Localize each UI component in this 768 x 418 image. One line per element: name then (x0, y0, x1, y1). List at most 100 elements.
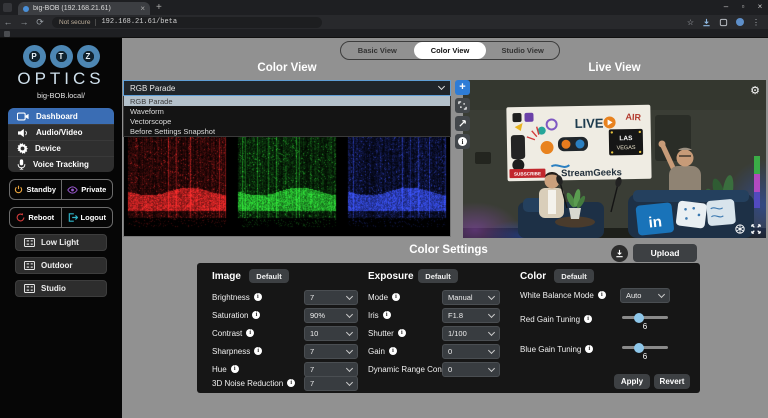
reload-icon[interactable]: ⟳ (32, 17, 48, 28)
info-icon[interactable]: i (231, 365, 239, 373)
preset-studio[interactable]: Studio (15, 280, 107, 297)
zoom-in-tool-button[interactable]: + (455, 80, 470, 95)
info-icon[interactable]: i (398, 329, 406, 337)
forward-icon[interactable]: → (16, 17, 32, 27)
chevron-down-icon (488, 292, 495, 299)
info-tool-button[interactable]: i (455, 134, 470, 149)
live-view-video[interactable]: LIVE AIR LAS VEGAS SUBSCRIBE StreamGeeks (463, 80, 766, 238)
tab-title: big-BOB (192.168.21.61) (33, 5, 136, 12)
sharpness-dropdown[interactable]: 7 (304, 344, 358, 359)
upload-settings-button[interactable]: Upload (633, 244, 697, 262)
scope-type-select[interactable]: RGB Parade (123, 80, 451, 96)
contrast-dropdown[interactable]: 10 (304, 326, 358, 341)
info-icon[interactable]: i (252, 311, 260, 319)
info-icon[interactable]: i (598, 291, 606, 299)
tab-search-icon[interactable] (3, 3, 12, 12)
white-balance-label: White Balance Modei (520, 288, 606, 302)
profile-avatar[interactable] (736, 18, 744, 26)
revert-button[interactable]: Revert (654, 374, 690, 389)
info-icon[interactable]: i (287, 379, 295, 387)
info-icon[interactable]: i (584, 315, 592, 323)
chevron-down-icon (346, 310, 353, 317)
sidebar-item-device[interactable]: Device (8, 140, 114, 156)
slider-handle[interactable] (634, 343, 644, 353)
chevron-down-icon (346, 378, 353, 385)
brightness-dropdown[interactable]: 7 (304, 290, 358, 305)
chevron-down-icon (346, 346, 353, 353)
color-wheel-icon[interactable] (735, 224, 745, 234)
option-vectorscope[interactable]: Vectorscope (124, 116, 450, 126)
shutter-dropdown[interactable]: 1/100 (442, 326, 500, 341)
browser-menu-icon[interactable]: ⋮ (752, 18, 760, 27)
gain-dropdown[interactable]: 0 (442, 344, 500, 359)
blue-gain-slider[interactable] (622, 346, 668, 349)
info-icon[interactable]: i (585, 345, 593, 353)
hue-dropdown[interactable]: 7 (304, 362, 358, 377)
reboot-icon (16, 213, 25, 222)
download-icon[interactable] (702, 18, 711, 27)
tab-studio-view[interactable]: Studio View (486, 42, 559, 59)
bookmark-favicon[interactable] (4, 31, 10, 37)
sidebar-item-audio-video[interactable]: Audio/Video (8, 124, 114, 140)
color-default-button[interactable]: Default (554, 269, 594, 283)
red-gain-value: 6 (622, 322, 668, 331)
noise-reduction-dropdown[interactable]: 7 (304, 376, 358, 391)
fullscreen-icon[interactable] (751, 224, 761, 234)
browser-address-bar: ← → ⟳ Not secure 192.168.21.61/beta ☆ ⋮ (0, 15, 768, 29)
bookmark-star-icon[interactable]: ☆ (687, 18, 694, 27)
iris-dropdown[interactable]: F1.8 (442, 308, 500, 323)
reboot-button[interactable]: Reboot (10, 208, 61, 227)
preset-list-icon (24, 238, 35, 247)
sidebar-item-dashboard[interactable]: Dashboard (8, 108, 114, 124)
info-icon[interactable]: i (254, 347, 262, 355)
saturation-dropdown[interactable]: 90% (304, 308, 358, 323)
window-maximize-button[interactable]: ▫ (735, 0, 751, 13)
white-balance-dropdown[interactable]: Auto (620, 288, 670, 303)
option-before-settings-snapshot[interactable]: Before Settings Snapshot (124, 126, 450, 136)
slider-handle[interactable] (634, 313, 644, 323)
dynamic-range-dropdown[interactable]: 0 (442, 362, 500, 377)
eye-icon (67, 186, 78, 194)
red-gain-slider[interactable] (622, 316, 668, 319)
logout-button[interactable]: Logout (61, 208, 113, 227)
private-button[interactable]: Private (61, 180, 113, 199)
new-tab-button[interactable]: + (156, 2, 162, 13)
option-waveform[interactable]: Waveform (124, 106, 450, 116)
exposure-default-button[interactable]: Default (418, 269, 458, 283)
chevron-down-icon (346, 292, 353, 299)
tab-color-view[interactable]: Color View (414, 42, 487, 59)
logout-label: Logout (81, 213, 106, 222)
browser-tab[interactable]: big-BOB (192.168.21.61) × (18, 2, 150, 15)
window-minimize-button[interactable]: – (718, 0, 734, 13)
gear-icon (17, 143, 28, 154)
image-default-button[interactable]: Default (249, 269, 289, 283)
info-icon[interactable]: i (254, 293, 262, 301)
not-secure-badge[interactable]: Not secure (59, 19, 90, 26)
info-icon[interactable]: i (246, 329, 254, 337)
sidebar-item-voice-tracking[interactable]: Voice Tracking (8, 156, 114, 172)
info-icon[interactable]: i (389, 347, 397, 355)
option-rgb-parade[interactable]: RGB Parade (124, 96, 450, 106)
back-icon[interactable]: ← (0, 17, 16, 27)
apply-button[interactable]: Apply (614, 374, 650, 389)
info-icon[interactable]: i (383, 311, 391, 319)
preset-low-light[interactable]: Low Light (15, 234, 107, 251)
window-close-button[interactable]: × (752, 0, 768, 13)
url-text[interactable]: 192.168.21.61/beta (101, 18, 177, 26)
url-field[interactable]: Not secure 192.168.21.61/beta (52, 17, 322, 28)
tab-close-icon[interactable]: × (140, 5, 145, 13)
video-settings-gear-icon[interactable]: ⚙ (750, 84, 760, 97)
svg-text:AIR: AIR (625, 112, 642, 123)
pointer-tool-button[interactable] (455, 116, 470, 131)
preset-outdoor[interactable]: Outdoor (15, 257, 107, 274)
standby-button[interactable]: Standby (10, 180, 61, 199)
info-icon[interactable]: i (392, 293, 400, 301)
gain-label: Gaini (368, 344, 397, 358)
fit-screen-tool-button[interactable] (455, 98, 470, 113)
color-view-title: Color View (123, 62, 451, 74)
mode-dropdown[interactable]: Manual (442, 290, 500, 305)
tab-basic-view[interactable]: Basic View (341, 42, 414, 59)
download-settings-button[interactable] (611, 245, 628, 262)
image-section-header: Image (212, 271, 241, 282)
extensions-icon[interactable] (719, 18, 728, 27)
